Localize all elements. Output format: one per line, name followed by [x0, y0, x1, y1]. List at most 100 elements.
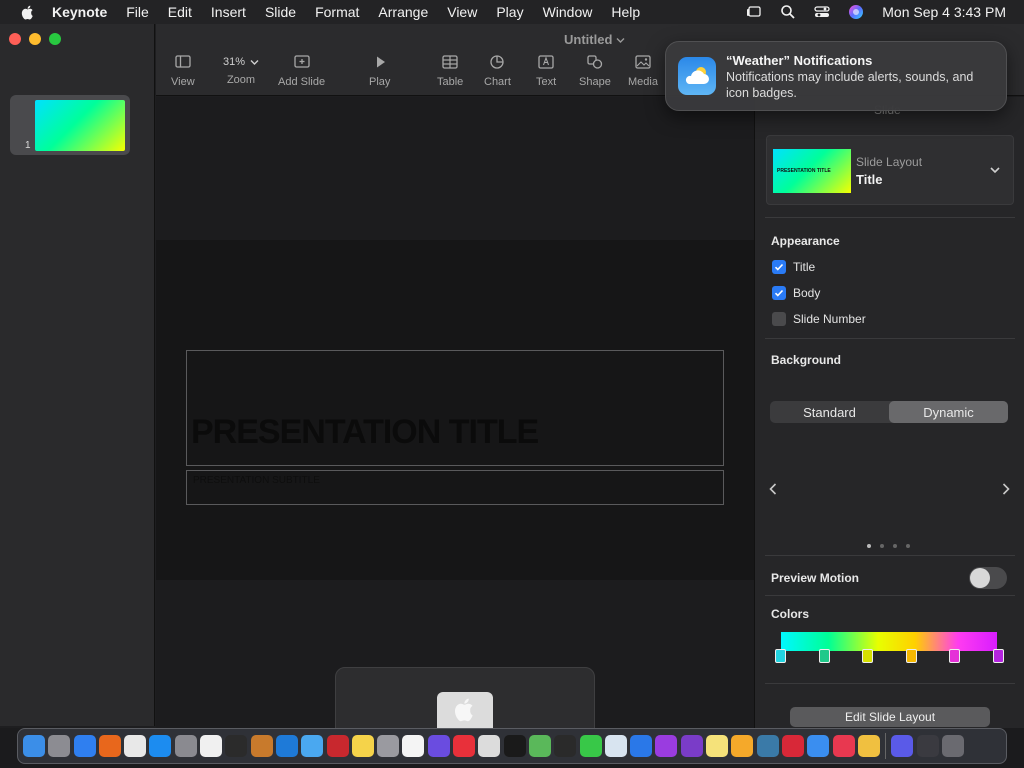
siri-icon[interactable] [848, 4, 864, 20]
body-checkbox-row[interactable]: Body [772, 286, 820, 300]
screenshot-icon[interactable] [377, 735, 400, 757]
slide-title-text[interactable]: PRESENTATION TITLE [191, 413, 539, 452]
slide-thumbnail-selected[interactable]: 1 [10, 95, 130, 155]
menu-view[interactable]: View [447, 4, 477, 20]
maps-icon[interactable] [528, 735, 551, 757]
slide-number-checkbox-row[interactable]: Slide Number [772, 312, 866, 326]
instruments-icon[interactable] [250, 735, 273, 757]
keynote-icon[interactable] [630, 735, 653, 757]
stage-manager-icon[interactable] [746, 4, 762, 20]
media-button[interactable]: Media [628, 54, 658, 88]
chrome-icon[interactable] [124, 735, 147, 757]
menu-arrange[interactable]: Arrange [378, 4, 428, 20]
slide-number-checkbox[interactable] [772, 312, 786, 326]
title-checkbox[interactable] [772, 260, 786, 274]
textedit-icon[interactable] [200, 735, 223, 757]
activity-icon[interactable] [554, 735, 577, 757]
color-stop[interactable] [862, 649, 873, 663]
system-info-icon[interactable] [891, 735, 914, 757]
play-button[interactable]: Play [369, 54, 390, 88]
color-stop[interactable] [906, 649, 917, 663]
safari-icon[interactable] [73, 735, 96, 757]
zoom-window-button[interactable] [49, 33, 61, 45]
news-icon[interactable] [453, 735, 476, 757]
weather-notification[interactable]: “Weather” Notifications Notifications ma… [665, 41, 1007, 111]
zoom-dropdown[interactable]: 31% [216, 52, 266, 72]
voice-memos-icon[interactable] [326, 735, 349, 757]
color-stop[interactable] [949, 649, 960, 663]
edit-slide-layout-button[interactable]: Edit Slide Layout [790, 707, 990, 727]
color-stop[interactable] [775, 649, 786, 663]
background-standard-option[interactable]: Standard [770, 401, 889, 423]
page-dot[interactable] [880, 544, 884, 548]
slide-thumbnail-image[interactable] [35, 100, 125, 151]
menu-help[interactable]: Help [611, 4, 640, 20]
background-dynamic-option[interactable]: Dynamic [889, 401, 1008, 423]
spotlight-search-icon[interactable] [780, 4, 796, 20]
chevron-left-icon[interactable] [768, 482, 778, 496]
title-checkbox-row[interactable]: Title [772, 260, 815, 274]
menu-play[interactable]: Play [496, 4, 523, 20]
mail-icon[interactable] [807, 735, 830, 757]
close-window-button[interactable] [9, 33, 21, 45]
shortcuts-icon[interactable] [427, 735, 450, 757]
preview-motion-toggle[interactable] [969, 567, 1007, 589]
app-store-icon[interactable] [149, 735, 172, 757]
weather-icon[interactable] [301, 735, 324, 757]
system-settings-icon[interactable] [174, 735, 197, 757]
menu-file[interactable]: File [126, 4, 149, 20]
chevron-down-icon[interactable] [989, 164, 1001, 176]
color-stop[interactable] [993, 649, 1004, 663]
slide-subtitle-text[interactable]: PRESENTATION SUBTITLE [193, 475, 320, 486]
menu-bar-clock[interactable]: Mon Sep 4 3:43 PM [882, 4, 1006, 20]
notes-yellow-icon[interactable] [706, 735, 729, 757]
view-button[interactable]: View [171, 54, 195, 88]
terminal-icon[interactable] [225, 735, 248, 757]
launchpad-icon[interactable] [48, 735, 71, 757]
toolbox-icon[interactable] [781, 735, 804, 757]
title-placeholder[interactable]: PRESENTATION TITLE [186, 350, 724, 466]
slide-layout-picker[interactable]: PRESENTATION TITLE Slide Layout Title [766, 135, 1014, 205]
firefox-icon[interactable] [98, 735, 121, 757]
notes-icon[interactable] [351, 735, 374, 757]
shape-button[interactable]: Shape [579, 54, 611, 88]
apple-menu-icon[interactable] [20, 4, 36, 20]
page-dot[interactable] [906, 544, 910, 548]
add-slide-button[interactable]: Add Slide [278, 54, 325, 88]
page-dot[interactable] [867, 544, 871, 548]
podcasts-icon[interactable] [655, 735, 678, 757]
page-dot[interactable] [893, 544, 897, 548]
menu-slide[interactable]: Slide [265, 4, 296, 20]
subtitle-placeholder[interactable]: PRESENTATION SUBTITLE [186, 470, 724, 505]
zoom-control[interactable]: 31% Zoom [216, 52, 266, 86]
body-checkbox[interactable] [772, 286, 786, 300]
table-button[interactable]: Table [437, 54, 463, 88]
document-title[interactable]: Untitled [564, 32, 625, 47]
text-button[interactable]: Text [536, 54, 556, 88]
quicktime-icon[interactable] [756, 735, 779, 757]
chevron-right-icon[interactable] [1001, 482, 1011, 496]
slide[interactable]: PRESENTATION TITLE PRESENTATION SUBTITLE [156, 240, 754, 580]
keyboard-icon[interactable] [916, 735, 939, 757]
menu-edit[interactable]: Edit [168, 4, 192, 20]
home-icon[interactable] [731, 735, 754, 757]
menu-app-name[interactable]: Keynote [52, 4, 107, 20]
menu-format[interactable]: Format [315, 4, 359, 20]
finder-icon[interactable] [23, 735, 45, 757]
color-gradient-bar[interactable] [781, 632, 997, 651]
trash-icon[interactable] [941, 735, 964, 757]
preview-icon[interactable] [604, 735, 627, 757]
messages-icon[interactable] [579, 735, 602, 757]
font-book-icon[interactable] [478, 735, 501, 757]
minimize-window-button[interactable] [29, 33, 41, 45]
photos-icon[interactable] [857, 735, 880, 757]
reminders-icon[interactable] [402, 735, 425, 757]
visual-studio-icon[interactable] [680, 735, 703, 757]
music-icon[interactable] [832, 735, 855, 757]
vscode-icon[interactable] [275, 735, 298, 757]
control-center-icon[interactable] [814, 4, 830, 20]
color-stop[interactable] [819, 649, 830, 663]
chart-button[interactable]: Chart [484, 54, 511, 88]
apple-tv-icon[interactable] [503, 735, 526, 757]
menu-window[interactable]: Window [543, 4, 593, 20]
